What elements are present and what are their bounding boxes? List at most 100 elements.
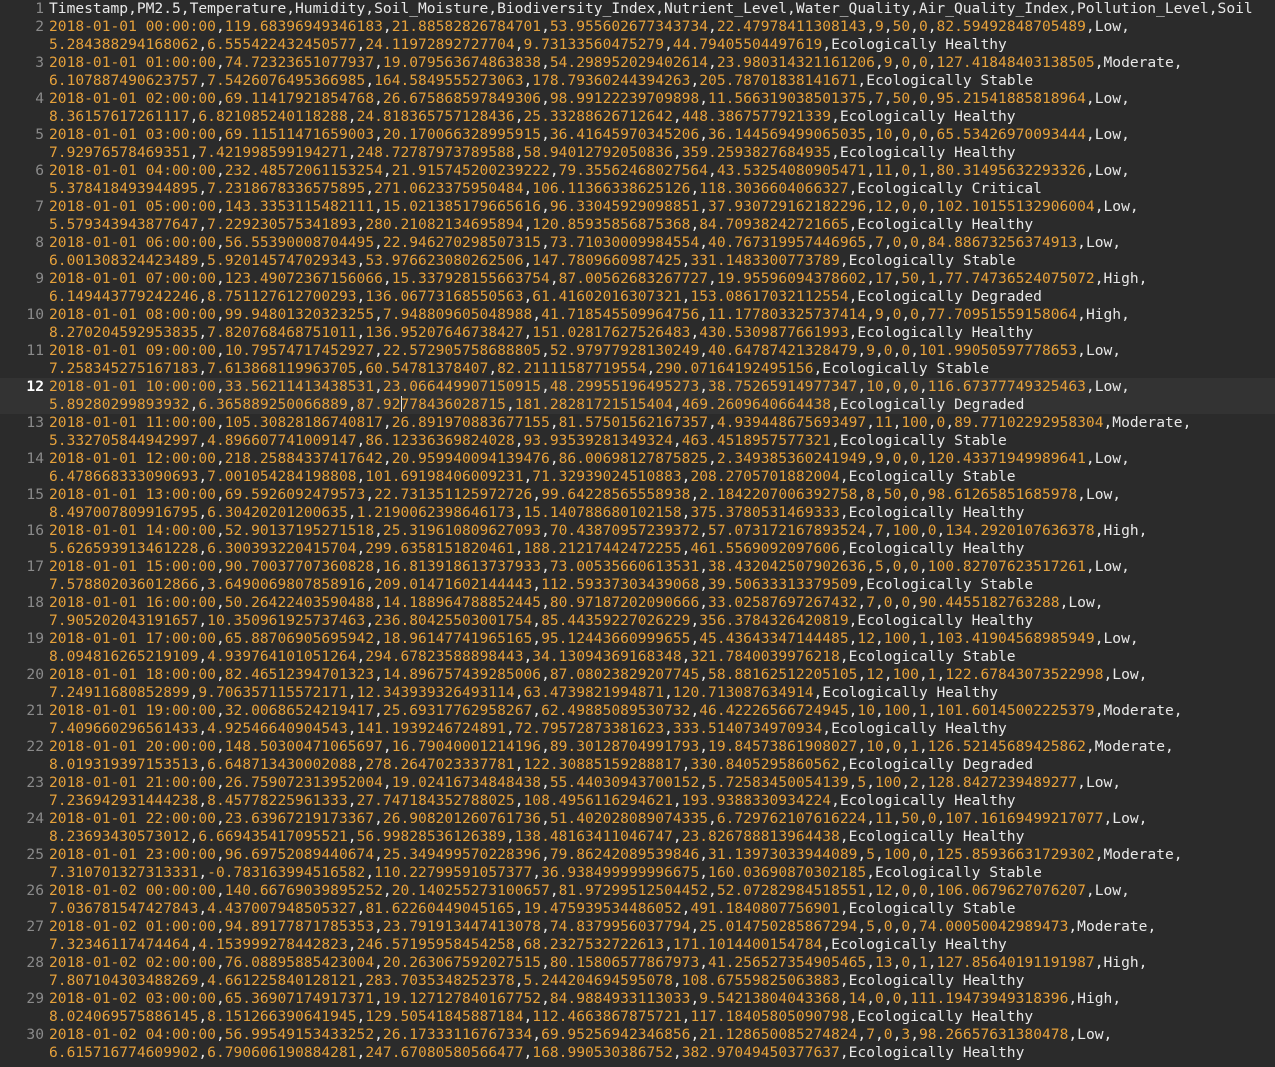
code-line[interactable]: 18 2018-01-01 16:00:00,50.26422403590488,…	[0, 594, 1275, 630]
code-line[interactable]: 10 2018-01-01 08:00:00,99.94801320323255,…	[0, 306, 1275, 342]
line-text-wrapped: 5.626593913461228,6.300393220415704,299.…	[49, 540, 1025, 557]
line-text: 2018-01-01 11:00:00,105.30828186740817,2…	[49, 414, 1192, 431]
line-number: 12	[26, 378, 44, 395]
code-lines[interactable]: 2 2018-01-01 00:00:00,119.68396949346183,…	[0, 18, 1275, 1062]
line-text: 2018-01-01 03:00:00,69.11511471659003,20…	[49, 126, 1130, 143]
line-text-wrapped: 8.024069575886145,8.151266390641945,129.…	[49, 1008, 1034, 1025]
code-line[interactable]: 2 2018-01-01 00:00:00,119.68396949346183,…	[0, 18, 1275, 54]
code-line[interactable]: 27 2018-01-02 01:00:00,94.89177871785353,…	[0, 918, 1275, 954]
code-line[interactable]: 16 2018-01-01 14:00:00,52.90137195271518,…	[0, 522, 1275, 558]
line-number: 24	[26, 810, 44, 827]
code-line[interactable]: 22 2018-01-01 20:00:00,148.50300471065697…	[0, 738, 1275, 774]
code-line[interactable]: 23 2018-01-01 21:00:00,26.759072313952004…	[0, 774, 1275, 810]
line-text: 2018-01-02 03:00:00,65.36907174917371,19…	[49, 990, 1122, 1007]
line-text: 2018-01-01 19:00:00,32.00686524219417,25…	[49, 702, 1183, 719]
line-text: 2018-01-01 10:00:00,33.56211413438531,23…	[49, 378, 1130, 395]
code-line[interactable]: 5 2018-01-01 03:00:00,69.11511471659003,2…	[0, 126, 1275, 162]
code-line[interactable]: 4 2018-01-01 02:00:00,69.11417921854768,2…	[0, 90, 1275, 126]
line-number: 7	[35, 198, 44, 215]
line-text-wrapped: 7.258345275167183,7.613868119963705,60.5…	[49, 360, 990, 377]
line-text-wrapped: 7.310701327313331,-0.783163994516582,110…	[49, 864, 1042, 881]
line-text: 2018-01-01 21:00:00,26.759072313952004,1…	[49, 774, 1122, 791]
text-editor[interactable]: 1 Timestamp,PM2.5,Temperature,Humidity,S…	[0, 0, 1275, 1067]
line-text-wrapped: 8.23693430573012,6.669435417095521,56.99…	[49, 828, 1025, 845]
line-number: 27	[26, 918, 44, 935]
line-text: 2018-01-01 15:00:00,90.70037707360828,16…	[49, 558, 1130, 575]
line-text-wrapped: 8.019319397153513,6.648713430002088,278.…	[49, 756, 1034, 773]
line-number: 26	[26, 882, 44, 899]
line-text-wrapped: 7.905202043191657,10.350961925737463,236…	[49, 612, 1034, 629]
code-line[interactable]: 3 2018-01-01 01:00:00,74.72323651077937,1…	[0, 54, 1275, 90]
line-text: 2018-01-01 02:00:00,69.11417921854768,26…	[49, 90, 1130, 107]
code-line[interactable]: 17 2018-01-01 15:00:00,90.70037707360828,…	[0, 558, 1275, 594]
line-text-wrapped: 7.24911680852899,9.706357115572171,12.34…	[49, 684, 999, 701]
code-line[interactable]: 30 2018-01-02 04:00:00,56.99549153433252,…	[0, 1026, 1275, 1062]
line-number: 9	[35, 270, 44, 287]
line-text: 2018-01-01 00:00:00,119.68396949346183,2…	[49, 18, 1130, 35]
line-number: 17	[26, 558, 44, 575]
code-line[interactable]: 19 2018-01-01 17:00:00,65.88706905695942,…	[0, 630, 1275, 666]
line-text-wrapped: 7.578802036012866,3.6490069807858916,209…	[49, 576, 1034, 593]
line-text-wrapped: 5.332705844942997,4.896607741009147,86.1…	[49, 432, 1007, 449]
line-text: 2018-01-01 18:00:00,82.46512394701323,14…	[49, 666, 1148, 683]
code-line[interactable]: 24 2018-01-01 22:00:00,23.63967219173367,…	[0, 810, 1275, 846]
line-number: 10	[26, 306, 44, 323]
line-number: 6	[35, 162, 44, 179]
line-number: 15	[26, 486, 44, 503]
code-line[interactable]: 11 2018-01-01 09:00:00,10.79574717452927,…	[0, 342, 1275, 378]
line-number: 28	[26, 954, 44, 971]
line-text: 2018-01-01 04:00:00,232.48572061153254,2…	[49, 162, 1130, 179]
code-line[interactable]: 9 2018-01-01 07:00:00,123.49072367156066,…	[0, 270, 1275, 306]
line-text-wrapped: 6.149443779242246,8.751127612700293,136.…	[49, 288, 1042, 305]
code-line[interactable]: 21 2018-01-01 19:00:00,32.00686524219417,…	[0, 702, 1275, 738]
line-number: 14	[26, 450, 44, 467]
line-text-wrapped: 8.36157617261117,6.821085240118288,24.81…	[49, 108, 1016, 125]
line-number: 30	[26, 1026, 44, 1043]
line-text: 2018-01-01 16:00:00,50.26422403590488,14…	[49, 594, 1104, 611]
line-number: 18	[26, 594, 44, 611]
code-line[interactable]: 13 2018-01-01 11:00:00,105.30828186740817…	[0, 414, 1275, 450]
line-number: 25	[26, 846, 44, 863]
line-text: 2018-01-01 12:00:00,218.25884337417642,2…	[49, 450, 1130, 467]
line-text: 2018-01-01 05:00:00,143.3353115482111,15…	[49, 198, 1139, 215]
line-text-wrapped: 7.409660296561433,4.92546640904543,141.1…	[49, 720, 1007, 737]
code-line[interactable]: 26 2018-01-02 00:00:00,140.66769039895252…	[0, 882, 1275, 918]
line-text-wrapped: 8.094816265219109,4.939764101051264,294.…	[49, 648, 1016, 665]
line-number: 8	[35, 234, 44, 251]
line-number: 21	[26, 702, 44, 719]
csv-header-text: Timestamp,PM2.5,Temperature,Humidity,Soi…	[49, 0, 1253, 17]
code-line[interactable]: 7 2018-01-01 05:00:00,143.3353115482111,1…	[0, 198, 1275, 234]
line-text-wrapped: 6.478668333090693,7.001054284198808,101.…	[49, 468, 1016, 485]
line-number: 4	[35, 90, 44, 107]
line-text: 2018-01-02 02:00:00,76.08895885423004,20…	[49, 954, 1148, 971]
code-line[interactable]: 29 2018-01-02 03:00:00,65.36907174917371,…	[0, 990, 1275, 1026]
line-text: 2018-01-01 06:00:00,56.55390008704495,22…	[49, 234, 1122, 251]
line-text: 2018-01-01 17:00:00,65.88706905695942,18…	[49, 630, 1139, 647]
line-text: 2018-01-01 13:00:00,69.5926092479573,22.…	[49, 486, 1122, 503]
code-line[interactable]: 14 2018-01-01 12:00:00,218.25884337417642…	[0, 450, 1275, 486]
code-line[interactable]: 28 2018-01-02 02:00:00,76.08895885423004,…	[0, 954, 1275, 990]
code-line[interactable]: 25 2018-01-01 23:00:00,96.69752089440674,…	[0, 846, 1275, 882]
line-text-wrapped: 6.107887490623757,7.5426076495366985,164…	[49, 72, 1034, 89]
current-line[interactable]: 12 2018-01-01 10:00:00,33.56211413438531,…	[0, 378, 1275, 414]
line-number: 1	[35, 0, 44, 17]
line-text: 2018-01-01 09:00:00,10.79574717452927,22…	[49, 342, 1122, 359]
line-text: 2018-01-01 14:00:00,52.90137195271518,25…	[49, 522, 1148, 539]
line-text: 2018-01-01 08:00:00,99.94801320323255,7.…	[49, 306, 1130, 323]
code-line[interactable]: 6 2018-01-01 04:00:00,232.48572061153254,…	[0, 162, 1275, 198]
code-line[interactable]: 8 2018-01-01 06:00:00,56.55390008704495,2…	[0, 234, 1275, 270]
line-number: 20	[26, 666, 44, 683]
partial-line[interactable]: 31 2018-01-02 05:00:00,151.8009877650539…	[0, 1062, 1275, 1067]
header-line[interactable]: 1 Timestamp,PM2.5,Temperature,Humidity,S…	[0, 0, 1275, 18]
line-text: 2018-01-01 20:00:00,148.50300471065697,1…	[49, 738, 1174, 755]
code-line[interactable]: 20 2018-01-01 18:00:00,82.46512394701323,…	[0, 666, 1275, 702]
line-number: 23	[26, 774, 44, 791]
line-text-wrapped: 8.270204592953835,7.820768468751011,136.…	[49, 324, 1034, 341]
line-text-wrapped: 5.89280299893932,6.365889250066889,87.92…	[49, 396, 1025, 413]
code-line[interactable]: 15 2018-01-01 13:00:00,69.5926092479573,2…	[0, 486, 1275, 522]
line-text-wrapped: 8.497007809916795,6.30420201200635,1.219…	[49, 504, 1025, 521]
line-text-wrapped: 7.036781547427843,4.437007948505327,81.6…	[49, 900, 1016, 917]
line-number: 3	[35, 54, 44, 71]
line-text-wrapped: 7.236942931444238,8.45778225961333,27.74…	[49, 792, 1016, 809]
line-text-wrapped: 6.615716774609902,6.790606190884281,247.…	[49, 1044, 1025, 1061]
